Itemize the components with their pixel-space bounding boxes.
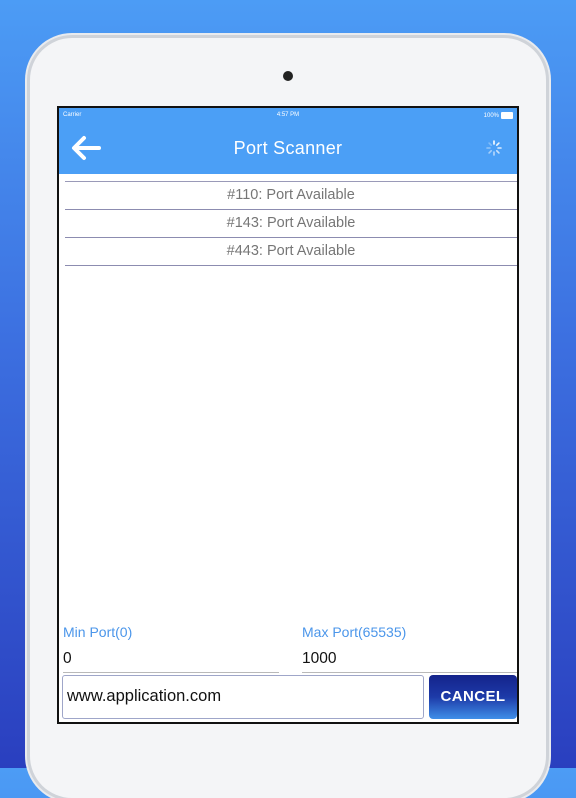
- results-list: #110: Port Available #143: Port Availabl…: [65, 181, 517, 266]
- page-title: Port Scanner: [233, 138, 343, 158]
- list-item[interactable]: #143: Port Available: [65, 210, 517, 238]
- list-item[interactable]: #110: Port Available: [65, 182, 517, 210]
- max-port-label: Max Port(65535): [302, 624, 407, 640]
- host-input[interactable]: www.application.com: [62, 675, 424, 719]
- list-item-text: #143: Port Available: [226, 215, 356, 231]
- list-item[interactable]: #443: Port Available: [65, 238, 517, 266]
- status-time: 4:57 PM: [276, 112, 300, 118]
- status-bar: Carrier 4:57 PM 100%: [59, 108, 517, 122]
- list-item-text: #110: Port Available: [227, 187, 355, 203]
- camera-dot: [283, 71, 293, 81]
- max-port-field[interactable]: 1000: [302, 646, 517, 673]
- battery-percent: 100%: [483, 112, 499, 119]
- nav-bar: Port Scanner: [59, 122, 517, 174]
- min-port-field[interactable]: 0: [63, 646, 279, 673]
- list-item-text: #443: Port Available: [226, 243, 356, 259]
- app-screen: Carrier 4:57 PM 100% Port Scanner #110: …: [57, 106, 519, 724]
- battery-icon: [501, 112, 513, 119]
- cancel-button[interactable]: CANCEL: [429, 675, 517, 719]
- min-port-label: Min Port(0): [63, 624, 133, 640]
- spinner-icon: [485, 139, 503, 157]
- battery-indicator: 100%: [484, 112, 513, 119]
